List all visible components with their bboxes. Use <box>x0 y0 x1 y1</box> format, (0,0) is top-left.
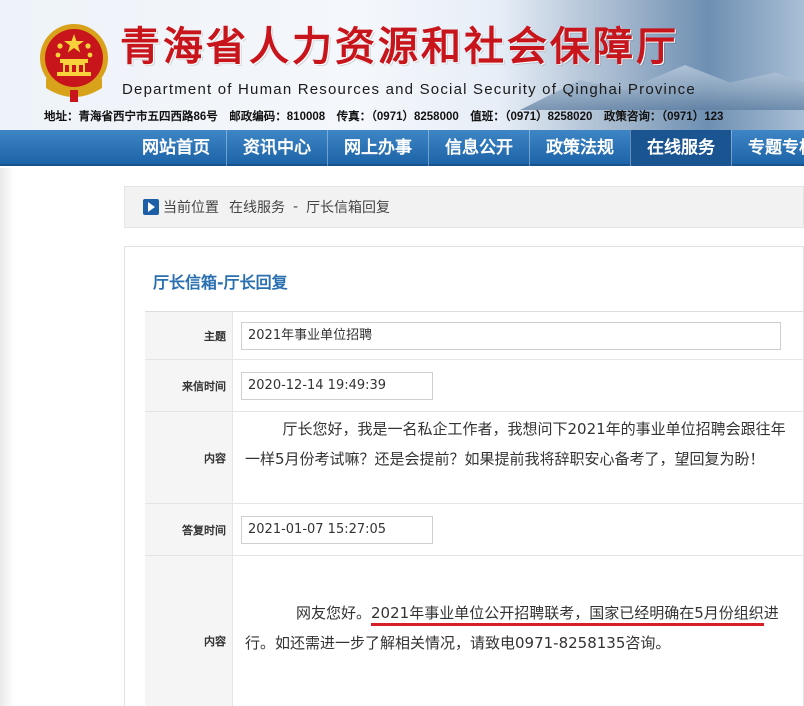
breadcrumb-page: 厅长信箱回复 <box>306 200 391 216</box>
nav-item-special-topics[interactable]: 专题专栏 <box>731 130 804 166</box>
nav-item-policies[interactable]: 政策法规 <box>529 130 630 166</box>
reply-highlight: 2021年事业单位公开招聘联考，国家已经明确在5月份组织 <box>371 604 764 626</box>
reply-content: 网友您好。2021年事业单位公开招聘联考，国家已经明确在5月份组织进行。如还需进… <box>241 598 797 658</box>
table-row: 主题 2021年事业单位招聘 <box>145 312 804 360</box>
play-arrow-icon <box>143 199 159 215</box>
nav-item-news[interactable]: 资讯中心 <box>226 130 327 166</box>
reply-time-label: 答复时间 <box>145 504 233 555</box>
contact-info: 地址：青海省西宁市五四西路86号 邮政编码：810008 传真：（0971）82… <box>44 111 724 123</box>
panel-title: 厅长信箱-厅长回复 <box>153 273 288 292</box>
table-row: 来信时间 2020-12-14 19:49:39 <box>145 360 804 412</box>
national-emblem-icon <box>40 24 108 102</box>
nav-item-online-affairs[interactable]: 网上办事 <box>327 130 428 166</box>
content-label: 内容 <box>145 412 233 503</box>
reply-time-field: 2021-01-07 15:27:05 <box>241 515 433 544</box>
reply-detail-table: 主题 2021年事业单位招聘 来信时间 2020-12-14 19:49:39 … <box>145 311 804 706</box>
reply-content-label: 内容 <box>145 556 233 706</box>
mailbox-reply-panel: 厅长信箱-厅长回复 主题 2021年事业单位招聘 来信时间 2020-12-14… <box>124 246 804 706</box>
breadcrumb-separator: - <box>293 199 299 215</box>
subject-field: 2021年事业单位招聘 <box>241 321 781 350</box>
table-row: 答复时间 2021-01-07 15:27:05 <box>145 504 804 556</box>
table-row: 内容 网友您好。2021年事业单位公开招聘联考，国家已经明确在5月份组织进行。如… <box>145 556 804 706</box>
main-nav: 网站首页 资讯中心 网上办事 信息公开 政策法规 在线服务 专题专栏 <box>0 130 804 166</box>
table-row: 内容 厅长您好，我是一名私企工作者，我想问下2021年的事业单位招聘会跟往年一样… <box>145 412 804 504</box>
subject-label: 主题 <box>145 312 233 359</box>
site-title-english: Department of Human Resources and Social… <box>122 81 696 98</box>
nav-item-info-disclosure[interactable]: 信息公开 <box>428 130 529 166</box>
sent-time-label: 来信时间 <box>145 360 233 411</box>
page-gutter <box>0 168 14 706</box>
site-title: 青海省人力资源和社会保障厅 <box>120 23 679 70</box>
breadcrumb-label: 当前位置 <box>163 200 219 216</box>
breadcrumb: 当前位置 在线服务 - 厅长信箱回复 <box>124 186 804 228</box>
nav-item-home[interactable]: 网站首页 <box>126 130 226 166</box>
nav-item-online-service[interactable]: 在线服务 <box>630 130 731 166</box>
reply-greeting: 网友您好。 <box>296 604 372 622</box>
breadcrumb-section[interactable]: 在线服务 <box>229 197 285 217</box>
header-banner: 青海省人力资源和社会保障厅 Department of Human Resour… <box>0 0 804 130</box>
letter-content: 厅长您好，我是一名私企工作者，我想问下2021年的事业单位招聘会跟往年一样5月份… <box>245 420 786 468</box>
sent-time-field: 2020-12-14 19:49:39 <box>241 371 433 400</box>
